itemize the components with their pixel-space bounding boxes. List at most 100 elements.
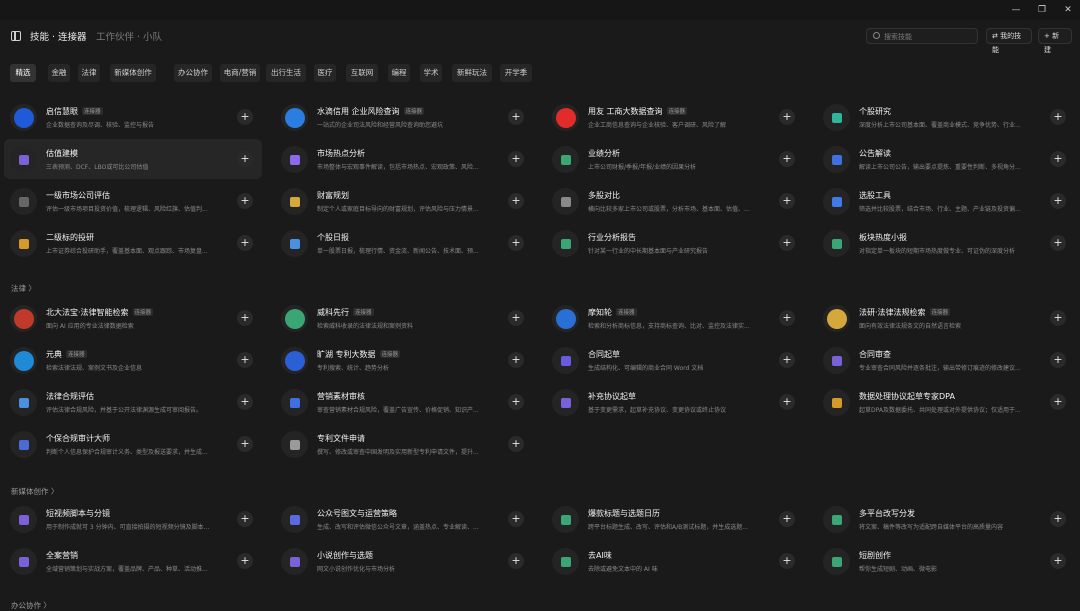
sidebar-toggle-icon[interactable] xyxy=(11,31,21,41)
add-skill-button[interactable]: + xyxy=(779,511,795,527)
add-skill-button[interactable]: + xyxy=(237,235,253,251)
skill-card[interactable]: 短剧创作 帮你生成短剧、动画、微电影 + xyxy=(817,541,1075,581)
skill-card[interactable]: 个股日报 单一股票日报，梳理行情、资金流、新闻公告、技术面、预... + xyxy=(275,223,533,263)
add-skill-button[interactable]: + xyxy=(508,553,524,569)
filter-chip[interactable]: 开学季 xyxy=(500,64,532,82)
skill-card[interactable]: 公告解读 解读上市公司公告，输出要点提炼、重要性判断、多视角分... + xyxy=(817,139,1075,179)
filter-chip[interactable]: 新媒体创作 xyxy=(110,64,156,82)
skill-card[interactable]: 小说创作与选题 网文小说创作优化与市场分析 + xyxy=(275,541,533,581)
add-skill-button[interactable]: + xyxy=(237,553,253,569)
add-skill-button[interactable]: + xyxy=(508,235,524,251)
add-skill-button[interactable]: + xyxy=(237,109,253,125)
filter-chip[interactable]: 医疗 xyxy=(314,64,336,82)
skill-card[interactable]: 公众号图文与运营策略 生成、改写和评估微信公众号文章，涵盖热点、专业解读、... + xyxy=(275,499,533,539)
add-skill-button[interactable]: + xyxy=(508,436,524,452)
skill-card[interactable]: 爆款标题与选题日历 跨平台标题生成、改写、评估和A/B测试标题，并生成选题... + xyxy=(546,499,804,539)
add-skill-button[interactable]: + xyxy=(237,352,253,368)
section-label[interactable]: 办公协作 〉 xyxy=(11,600,51,611)
section-label[interactable]: 法律 〉 xyxy=(11,283,36,294)
skill-card[interactable]: 短视频脚本与分镜 用于制作成就可 3 分钟内、可直接拍摄的短视频分镜及脚本... + xyxy=(4,499,262,539)
add-skill-button[interactable]: + xyxy=(237,511,253,527)
add-skill-button[interactable]: + xyxy=(779,310,795,326)
add-skill-button[interactable]: + xyxy=(237,436,253,452)
skill-card[interactable]: 启信慧眼 连接器 企业数据查询及尽调、核验、监控与报告 + xyxy=(4,97,262,137)
close-button[interactable]: ✕ xyxy=(1056,2,1080,18)
add-skill-button[interactable]: + xyxy=(237,151,253,167)
add-skill-button[interactable]: + xyxy=(237,310,253,326)
skill-card[interactable]: 个股研究 深度分析上市公司基本面、覆盖商业模式、竞争优势、行业... + xyxy=(817,97,1075,137)
skill-card[interactable]: 全案营销 全域营销策划与实战方案，覆盖品牌、产品、种草、活动推... + xyxy=(4,541,262,581)
add-skill-button[interactable]: + xyxy=(779,352,795,368)
add-skill-button[interactable]: + xyxy=(1050,235,1066,251)
minimize-button[interactable]: — xyxy=(1004,2,1028,18)
skill-card[interactable]: 旷湖 专利大数据 连接器 专利搜索、统计、趋势分析 + xyxy=(275,340,533,380)
add-skill-button[interactable]: + xyxy=(779,109,795,125)
skill-card[interactable]: 合同审查 专业审查合同风险并逐条批注，输出带修订痕迹的修改建议... + xyxy=(817,340,1075,380)
skill-card[interactable]: 财富规划 制定个人或家庭目标导向的财富规划，评估风险与压力情景... + xyxy=(275,181,533,221)
skill-card[interactable]: 个保合规审计大师 判断个人信息保护合规审计义务、类型及报送要求，并生成... + xyxy=(4,424,262,464)
add-skill-button[interactable]: + xyxy=(1050,394,1066,410)
skill-card[interactable]: 元典 连接器 检索法律法规、案例文书及企业信息 + xyxy=(4,340,262,380)
filter-chip[interactable]: 出行生活 xyxy=(266,64,306,82)
skill-card[interactable]: 威科先行 连接器 检索威科收录的法律法规和案例资料 + xyxy=(275,298,533,338)
skill-card[interactable]: 选股工具 筛选并比较股票，结合市场、行业、主题、产业链及投资偏... + xyxy=(817,181,1075,221)
skill-card[interactable]: 行业分析报告 针对某一行业的中长期基本面与产业研究报告 + xyxy=(546,223,804,263)
filter-chip[interactable]: 电商/营销 xyxy=(220,64,260,82)
skill-card[interactable]: 业绩分析 上市公司财报/季报/年报/业绩的因果分析 + xyxy=(546,139,804,179)
skill-card[interactable]: 专利文件申请 撰写、修改或审查中国发明及实用新型专利申请文件，提升... + xyxy=(275,424,533,464)
add-skill-button[interactable]: + xyxy=(508,151,524,167)
add-skill-button[interactable]: + xyxy=(1050,553,1066,569)
skill-card[interactable]: 估值建模 三表预测、DCF、LBO或可比公司估值 + xyxy=(4,139,262,179)
skill-card[interactable]: 二级标的投研 上市证券综合投研助手，覆盖基本面、观点跟踪、市场复盘... + xyxy=(4,223,262,263)
skill-card[interactable]: 补充协议起草 基于变更需求，起草补充协议、变更协议或终止协议 + xyxy=(546,382,804,422)
skill-card[interactable]: 法律合规评估 评估法律合规风险，并基于公开法律渊源生成可审阅报告。 + xyxy=(4,382,262,422)
add-skill-button[interactable]: + xyxy=(779,151,795,167)
add-skill-button[interactable]: + xyxy=(508,511,524,527)
tab-partners[interactable]: 工作伙伴 · 小队 xyxy=(96,29,162,43)
add-skill-button[interactable]: + xyxy=(237,193,253,209)
my-skills-button[interactable]: ⇄ 我的技能 xyxy=(986,28,1032,54)
search-box[interactable] xyxy=(866,28,978,44)
skill-card[interactable]: 多股对比 横向比较多家上市公司或股票，分析市场、基本面、估值、... + xyxy=(546,181,804,221)
add-skill-button[interactable]: + xyxy=(237,394,253,410)
filter-chip[interactable]: 办公协作 xyxy=(174,64,212,82)
add-skill-button[interactable]: + xyxy=(779,553,795,569)
add-skill-button[interactable]: + xyxy=(508,394,524,410)
skill-card[interactable]: 板块热度小报 对指定单一板块的短期市场热度做专业、可证伪的深度分析 + xyxy=(817,223,1075,263)
filter-chip[interactable]: 学术 xyxy=(420,64,442,82)
skill-card[interactable]: 用友 工商大数据查询 连接器 企业工商信息查询与企业核验、客户调研、风险了解 + xyxy=(546,97,804,137)
add-skill-button[interactable]: + xyxy=(1050,352,1066,368)
section-label[interactable]: 新媒体创作 〉 xyxy=(11,486,58,497)
new-button[interactable]: + 新建 xyxy=(1038,28,1072,54)
filter-chip[interactable]: 精选 xyxy=(10,64,36,82)
skill-card[interactable]: 去AI味 去除或避免文本中的 AI 味 + xyxy=(546,541,804,581)
filter-chip[interactable]: 法律 xyxy=(78,64,100,82)
filter-chip[interactable]: 互联网 xyxy=(346,64,378,82)
skill-card[interactable]: 水滴信用 企业风险查询 连接器 一站式的企业司法风险和经营风险查询助您避坑 + xyxy=(275,97,533,137)
skill-card[interactable]: 摩知轮 连接器 检索和分析商标信息，支持商标查询、比对、监控及法律实... + xyxy=(546,298,804,338)
search-input[interactable] xyxy=(884,31,974,42)
filter-chip[interactable]: 新鲜玩法 xyxy=(452,64,492,82)
add-skill-button[interactable]: + xyxy=(779,193,795,209)
filter-chip[interactable]: 编程 xyxy=(388,64,410,82)
skill-card[interactable]: 市场热点分析 市场整体与宏观事件解读，包括市场热点、宏观政策、风险... + xyxy=(275,139,533,179)
add-skill-button[interactable]: + xyxy=(1050,193,1066,209)
add-skill-button[interactable]: + xyxy=(508,310,524,326)
maximize-button[interactable]: ❐ xyxy=(1030,2,1054,18)
add-skill-button[interactable]: + xyxy=(1050,511,1066,527)
filter-chip[interactable]: 金融 xyxy=(48,64,70,82)
skill-card[interactable]: 法研·法律法规检索 连接器 面向有效法律法规条文的自然语言检索 + xyxy=(817,298,1075,338)
add-skill-button[interactable]: + xyxy=(508,109,524,125)
skill-card[interactable]: 数据处理协议起草专家DPA 起草DPA及数据委托、共同处理或对外提供协议；仅适用于… xyxy=(817,382,1075,422)
add-skill-button[interactable]: + xyxy=(779,394,795,410)
add-skill-button[interactable]: + xyxy=(1050,151,1066,167)
add-skill-button[interactable]: + xyxy=(508,352,524,368)
skill-card[interactable]: 营销素材审核 审查营销素材合规风险，覆盖广告宣传、价格促销、知识产... + xyxy=(275,382,533,422)
skill-card[interactable]: 北大法宝·法律智能检索 连接器 面向 AI 应用的专业法律数据检索 + xyxy=(4,298,262,338)
add-skill-button[interactable]: + xyxy=(1050,310,1066,326)
skill-card[interactable]: 一级市场公司评估 评估一级市场项目投资价值，梳理逻辑、风险红旗、估值判... + xyxy=(4,181,262,221)
add-skill-button[interactable]: + xyxy=(779,235,795,251)
skill-card[interactable]: 合同起草 生成结构化、可编辑的商业合同 Word 文档 + xyxy=(546,340,804,380)
add-skill-button[interactable]: + xyxy=(1050,109,1066,125)
skill-card[interactable]: 多平台改写分发 将文案、稿件等改写为适配跨自媒体平台的高质量内容 + xyxy=(817,499,1075,539)
